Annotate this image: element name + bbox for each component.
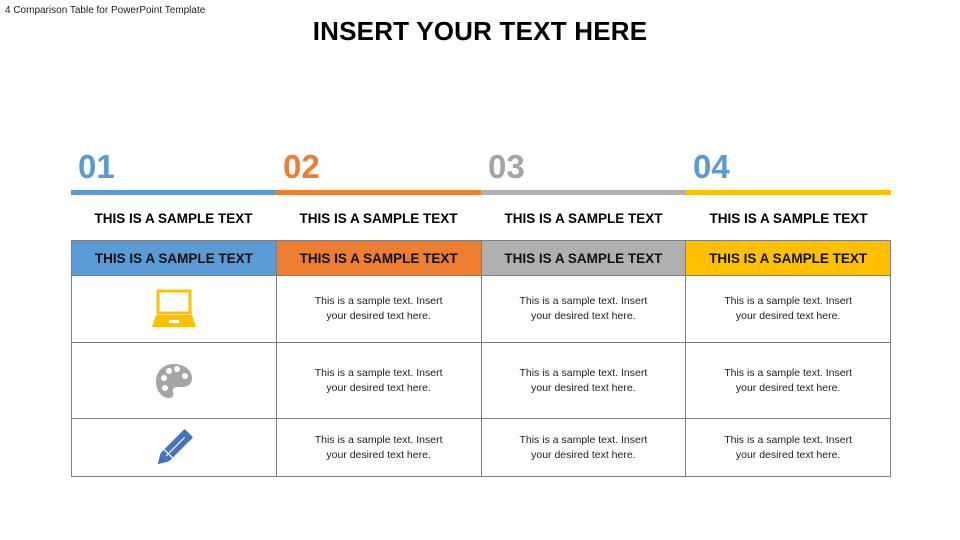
table-cell: This is a sample text. Insert your desire…: [480, 342, 687, 419]
table-header-3: THIS IS A SAMPLE TEXT: [480, 240, 687, 276]
column-subheading-2: THIS IS A SAMPLE TEXT: [299, 211, 458, 226]
column-number-2: 02: [283, 148, 320, 185]
document-label: 4 Comparison Table for PowerPoint Templa…: [5, 5, 206, 16]
color-bar-1: [71, 190, 276, 195]
cell-line: your desired text here.: [531, 381, 636, 394]
page-title: INSERT YOUR TEXT HERE: [312, 16, 648, 46]
column-subheading-3: THIS IS A SAMPLE TEXT: [504, 211, 663, 226]
cell-line: This is a sample text. Insert: [724, 366, 853, 379]
cell-line: This is a sample text. Insert: [519, 433, 648, 446]
table-cell: This is a sample text. Insert your desire…: [275, 342, 482, 419]
color-bar-2: [276, 190, 481, 195]
cell-line: your desired text here.: [326, 381, 431, 394]
pencil-icon: [157, 428, 193, 464]
icon-cell: [71, 342, 277, 419]
cell-line: This is a sample text. Insert: [724, 433, 853, 446]
table-row: This is a sample text. Insert your desire…: [71, 342, 891, 419]
table-cell: This is a sample text. Insert your desire…: [685, 342, 891, 419]
cell-line: your desired text here.: [326, 448, 431, 461]
table-cell: This is a sample text. Insert your desire…: [480, 418, 687, 477]
column-subheading-4: THIS IS A SAMPLE TEXT: [709, 211, 868, 226]
laptop-icon: [151, 289, 196, 327]
color-bar-4: [686, 190, 891, 195]
cell-line: This is a sample text. Insert: [314, 366, 443, 379]
column-number-4: 04: [693, 148, 730, 185]
table-header-2: THIS IS A SAMPLE TEXT: [275, 240, 482, 276]
cell-line: your desired text here.: [531, 448, 636, 461]
cell-line: your desired text here.: [735, 310, 841, 322]
table-cell: This is a sample text. Insert your desire…: [275, 418, 482, 477]
table-cell: This is a sample text. Insert your desire…: [480, 275, 687, 343]
table-row: This is a sample text. Insert your desire…: [71, 418, 891, 477]
column-subheading-1: THIS IS A SAMPLE TEXT: [94, 211, 253, 226]
table-header-row: THIS IS A SAMPLE TEXT THIS IS A SAMPLE T…: [71, 240, 891, 276]
color-bar-3: [481, 190, 686, 195]
column-number-3: 03: [488, 148, 525, 185]
comparison-table: THIS IS A SAMPLE TEXT THIS IS A SAMPLE T…: [71, 240, 891, 477]
table-header-4: THIS IS A SAMPLE TEXT: [685, 240, 891, 276]
table-cell: This is a sample text. Insert your desire…: [685, 418, 891, 477]
table-cell: This is a sample text. Insert your desire…: [685, 275, 891, 343]
table-cell: This is a sample text. Insert your desire…: [275, 275, 482, 343]
palette-icon: [155, 363, 192, 398]
icon-cell: [71, 418, 277, 477]
cell-line: This is a sample text. Insert: [519, 366, 648, 379]
cell-line: This is a sample text. Insert: [314, 295, 443, 307]
cell-line: This is a sample text. Insert: [519, 295, 648, 307]
icon-cell: [71, 275, 277, 343]
cell-line: your desired text here.: [735, 381, 841, 394]
table-header-1: THIS IS A SAMPLE TEXT: [71, 240, 277, 276]
cell-line: your desired text here.: [326, 310, 431, 322]
cell-line: your desired text here.: [735, 448, 841, 461]
cell-line: This is a sample text. Insert: [724, 295, 853, 307]
cell-line: your desired text here.: [531, 310, 636, 322]
column-number-1: 01: [78, 148, 115, 185]
column-numbers: 01 02 03 04: [71, 148, 891, 188]
cell-line: This is a sample text. Insert: [314, 433, 443, 446]
table-row: This is a sample text. Insert your desire…: [71, 275, 891, 343]
